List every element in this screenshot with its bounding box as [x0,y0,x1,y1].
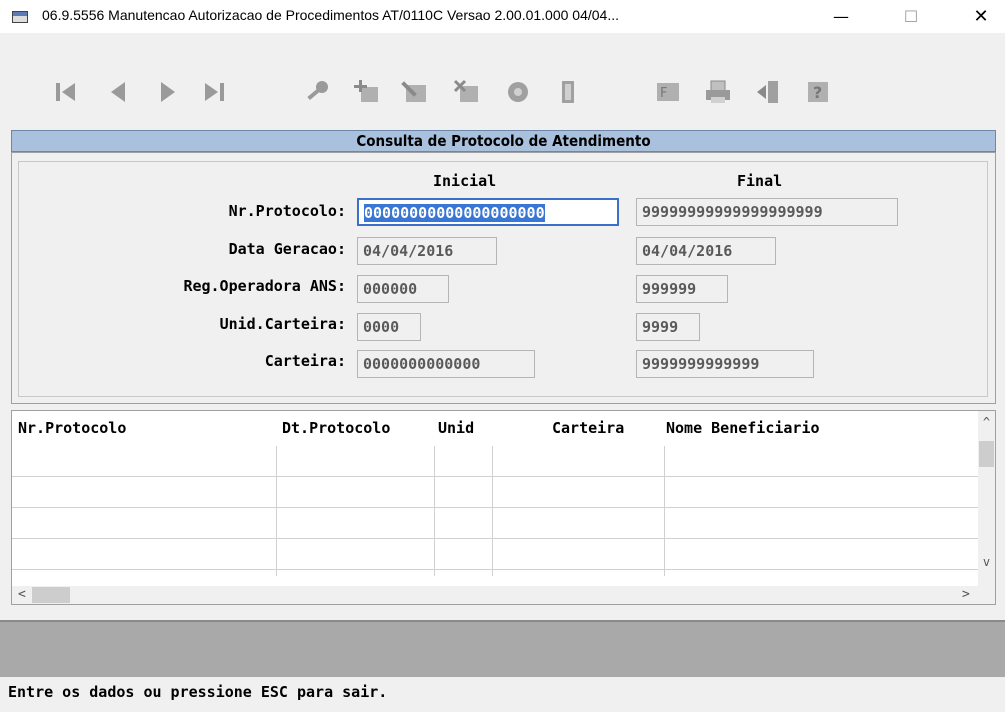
grid-col-nr-protocolo[interactable]: Nr.Protocolo [18,419,126,437]
data-geracao-final-input[interactable]: 04/04/2016 [636,237,776,265]
print-icon[interactable] [700,72,736,112]
label-nr-protocolo: Nr.Protocolo: [228,202,346,220]
label-data-geracao: Data Geracao: [228,240,346,258]
next-record-icon[interactable] [150,72,186,112]
grid-row-line [12,507,980,508]
svg-text:?: ? [813,83,822,102]
grid-divider [664,446,665,576]
grid-divider [492,446,493,576]
column-initial-header: Inicial [433,172,497,190]
exit-door-icon[interactable] [550,72,586,112]
nr-protocolo-initial-input[interactable]: 00000000000000000000 [357,198,619,226]
grid-col-dt-protocolo[interactable]: Dt.Protocolo [282,419,390,437]
grid-row-line [12,538,980,539]
grid-row-line [12,476,980,477]
label-unid-carteira: Unid.Carteira: [219,315,346,333]
delete-record-icon[interactable] [448,72,484,112]
minimize-button[interactable]: — [818,0,864,32]
previous-record-icon[interactable] [100,72,136,112]
horizontal-scrollbar[interactable]: < > [12,586,995,604]
grid-col-carteira[interactable]: Carteira [552,419,624,437]
nr-protocolo-final-input[interactable]: 99999999999999999999 [636,198,898,226]
reg-operadora-final-input[interactable]: 999999 [636,275,728,303]
status-bar [0,620,1005,677]
help-icon[interactable]: ? [800,72,836,112]
results-grid[interactable]: Nr.Protocolo Dt.Protocolo Unid Carteira … [11,410,996,605]
grid-divider [276,446,277,576]
scroll-up-arrow-icon[interactable]: ^ [978,415,995,429]
vertical-scroll-thumb[interactable] [979,441,994,467]
window-titlebar: 06.9.5556 Manutencao Autorizacao de Proc… [0,0,1005,33]
label-carteira: Carteira: [264,352,346,370]
horizontal-scroll-thumb[interactable] [32,587,70,603]
vertical-scrollbar[interactable]: ^ v [978,411,995,587]
panel-title: Consulta de Protocolo de Atendimento [11,130,996,152]
scroll-right-arrow-icon[interactable]: > [962,586,970,604]
svg-text:F: F [660,86,667,101]
unid-carteira-initial-input[interactable]: 0000 [357,313,421,341]
search-key-icon[interactable] [300,72,336,112]
carteira-final-input[interactable]: 9999999999999 [636,350,814,378]
label-reg-operadora-ans: Reg.Operadora ANS: [183,277,346,295]
column-final-header: Final [737,172,783,190]
scroll-down-arrow-icon[interactable]: v [978,555,995,569]
first-record-icon[interactable] [48,72,84,112]
status-message: Entre os dados ou pressione ESC para sai… [8,683,388,701]
grid-row-line [12,569,980,570]
add-record-icon[interactable] [348,72,384,112]
unid-carteira-final-input[interactable]: 9999 [636,313,700,341]
grid-col-nome-beneficiario[interactable]: Nome Beneficiario [666,419,820,437]
app-icon [12,11,28,23]
reg-operadora-initial-input[interactable]: 000000 [357,275,449,303]
grid-divider [434,446,435,576]
filter-icon[interactable]: F [650,72,686,112]
maximize-button[interactable]: ☐ [888,0,934,32]
window-title: 06.9.5556 Manutencao Autorizacao de Proc… [42,7,619,23]
carteira-initial-input[interactable]: 0000000000000 [357,350,535,378]
last-record-icon[interactable] [196,72,232,112]
data-geracao-initial-input[interactable]: 04/04/2016 [357,237,497,265]
edit-record-icon[interactable] [398,72,434,112]
grid-col-unid[interactable]: Unid [438,419,474,437]
grid-header: Nr.Protocolo Dt.Protocolo Unid Carteira … [12,411,982,443]
scroll-left-arrow-icon[interactable]: < [18,586,26,604]
copy-record-icon[interactable] [500,72,536,112]
navigate-icon[interactable] [750,72,786,112]
close-button[interactable]: ✕ [958,0,1004,32]
